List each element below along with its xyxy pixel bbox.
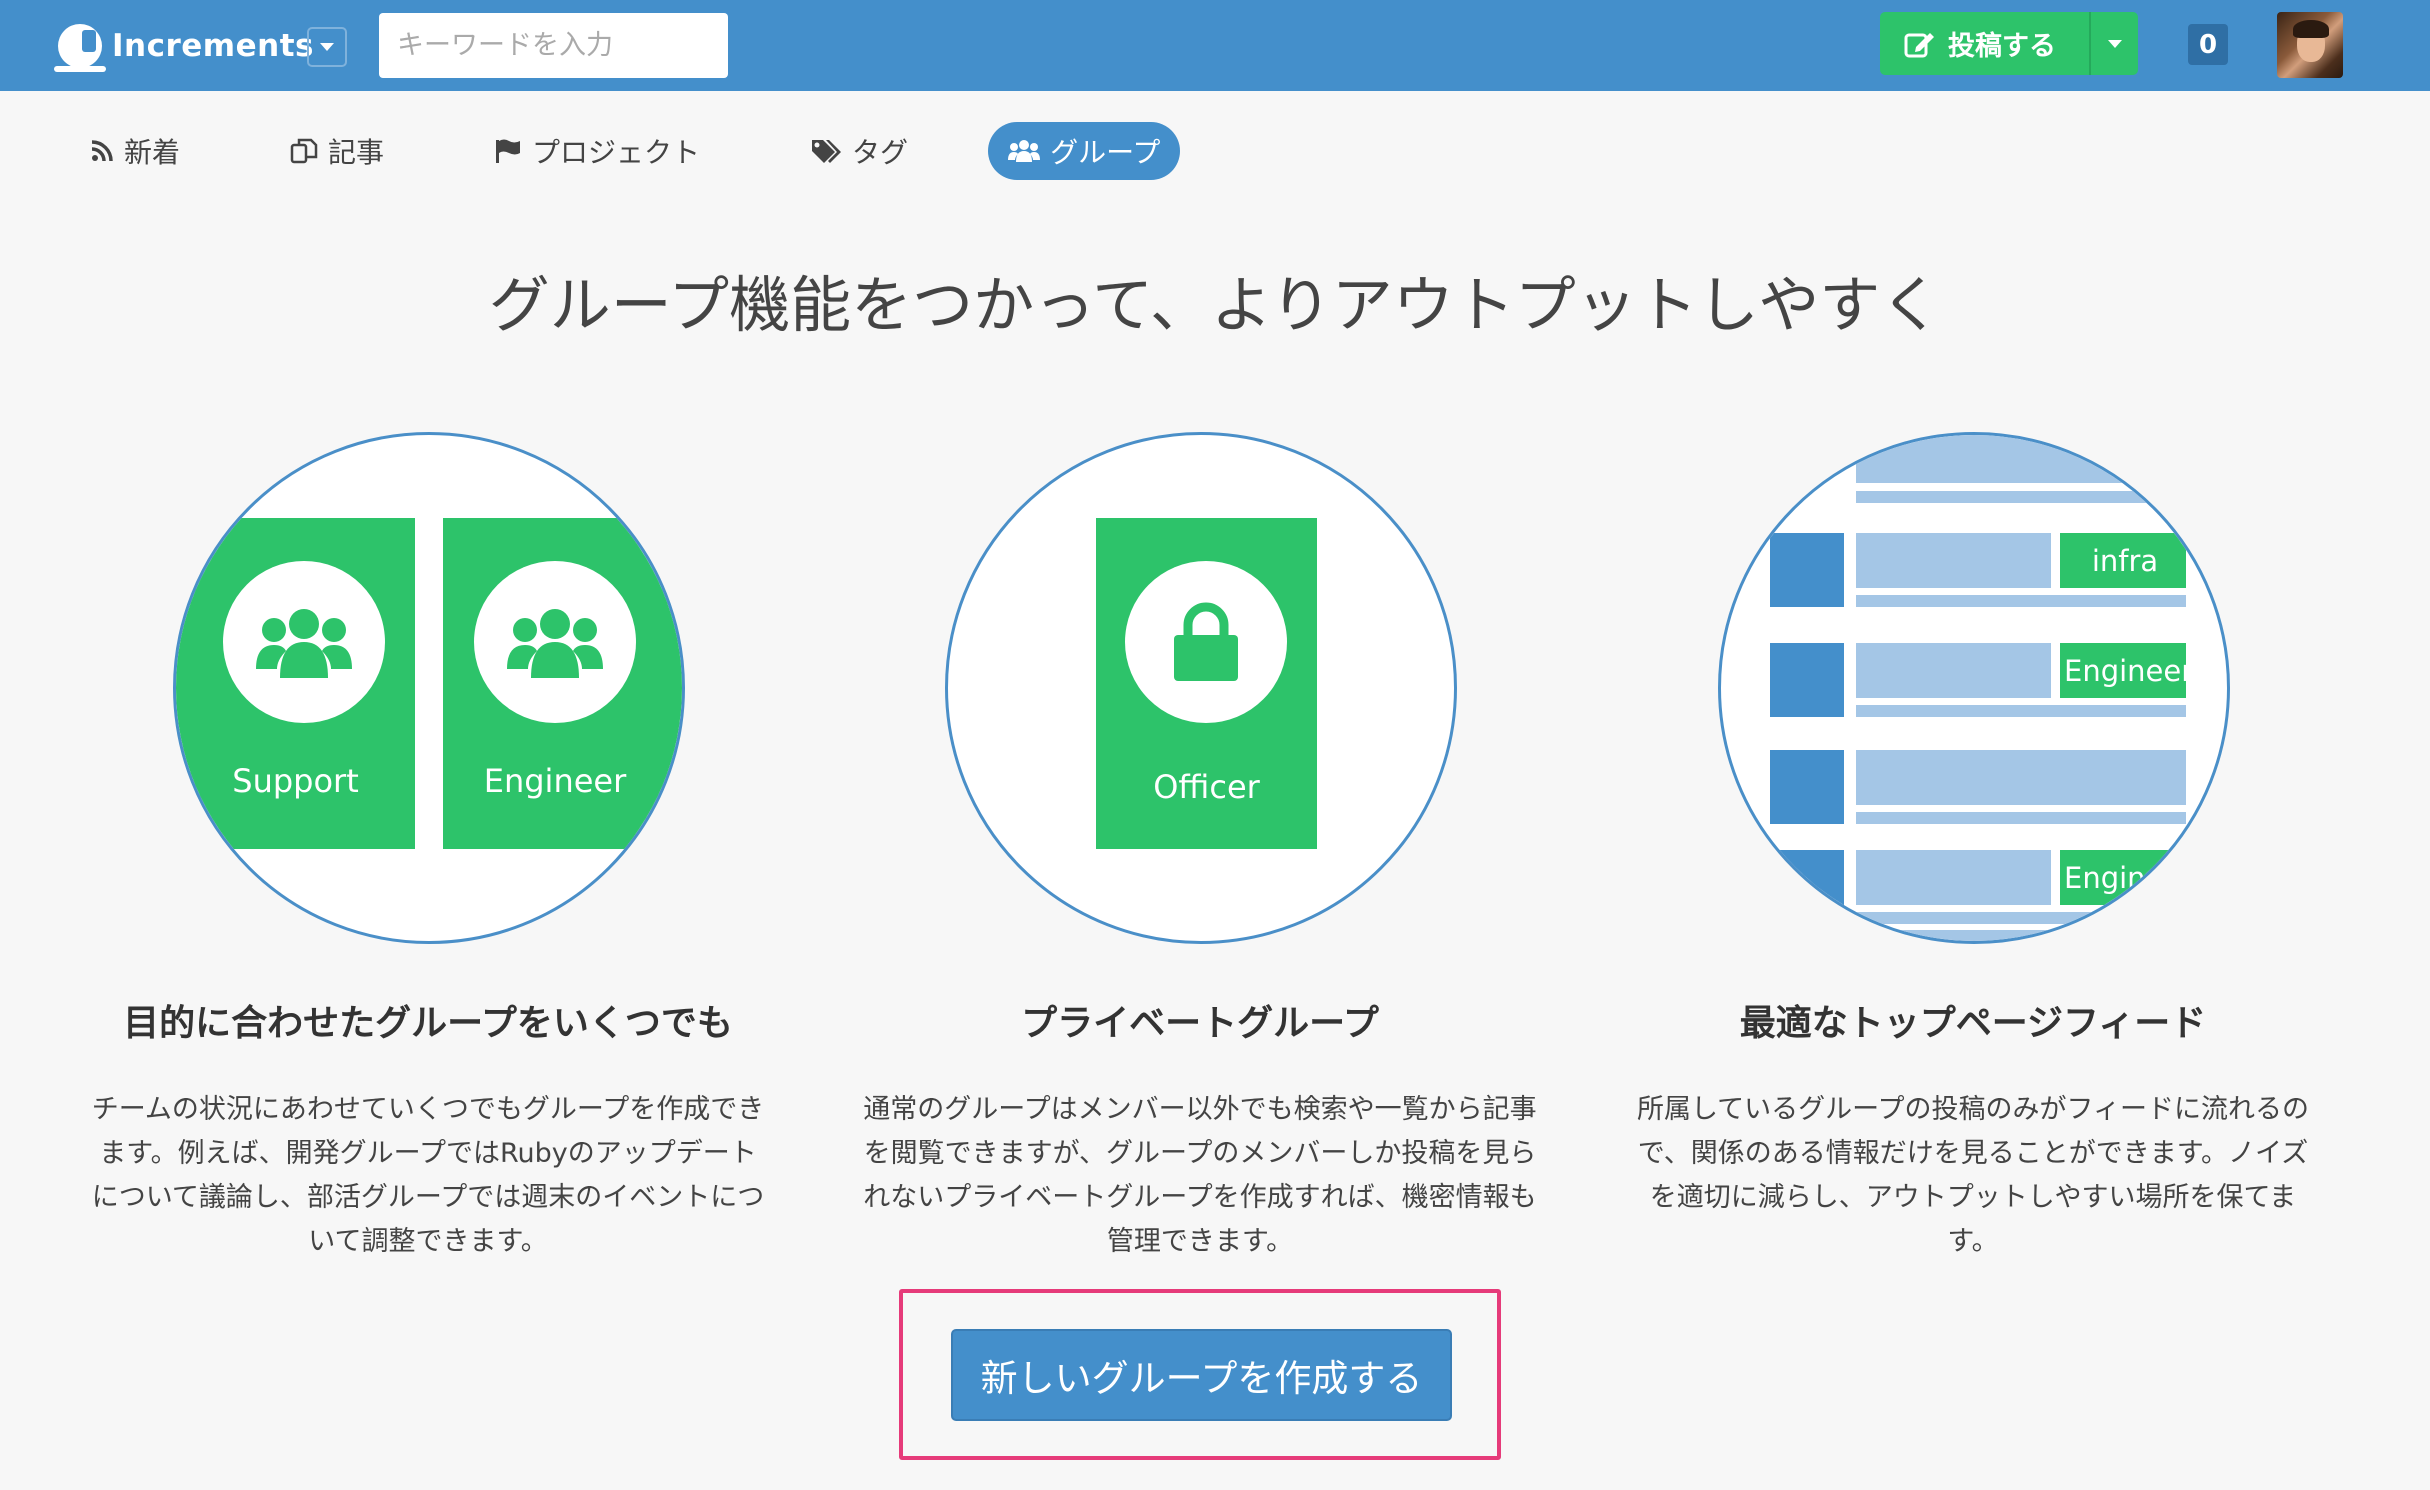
nav-item-label: タグ (852, 136, 909, 169)
feature-title: 目的に合わせたグループをいくつでも (123, 1003, 733, 1044)
post-button[interactable]: 投稿する (1880, 12, 2089, 75)
group-card-engineer: Engineer (443, 518, 682, 849)
nav-item-label: 記事 (328, 136, 385, 169)
feature-description: 所属しているグループの投稿のみがフィードに流れるので、関係のある情報だけを見るこ… (1636, 1094, 2310, 1257)
edit-icon (1904, 32, 1934, 57)
copy-icon (290, 138, 318, 164)
group-card-support: Support (176, 518, 415, 849)
flag-icon (496, 139, 521, 163)
group-icon (223, 561, 385, 723)
main-nav: 新着 記事 プロジェクト タグ グループ (70, 122, 1250, 180)
lock-icon (1125, 561, 1287, 723)
notification-badge[interactable]: 0 (2188, 24, 2228, 65)
post-dropdown-button[interactable] (2089, 12, 2138, 75)
feature-illustration-private: Officer (945, 432, 1457, 944)
group-icon (474, 561, 636, 723)
feature-title: プライベートグループ (1021, 1003, 1379, 1044)
user-avatar[interactable] (2277, 12, 2343, 78)
card-label: Engineer (483, 762, 627, 800)
post-button-label: 投稿する (1948, 31, 2056, 62)
nav-item-articles[interactable]: 記事 (270, 122, 404, 180)
caret-down-icon (2107, 39, 2122, 48)
feed-tag: Engineer (2060, 643, 2186, 698)
caret-down-icon (320, 43, 334, 51)
feed-tag: infra (2060, 533, 2186, 588)
group-card-officer: Officer (1096, 518, 1317, 849)
card-label: Support (232, 762, 359, 800)
feature-description: 通常のグループはメンバー以外でも検索や一覧から記事を閲覧できますが、グループのメ… (863, 1094, 1537, 1257)
top-header: Increments 投稿する 0 (0, 0, 2430, 91)
rss-icon (91, 140, 113, 162)
card-label: Officer (1153, 768, 1260, 806)
brand-name: Increments (112, 28, 314, 64)
group-icon (1008, 140, 1041, 162)
nav-item-label: 新着 (124, 136, 181, 169)
create-group-button[interactable]: 新しいグループを作成する (951, 1329, 1452, 1421)
brand-dropdown-button[interactable] (307, 27, 347, 67)
nav-item-label: プロジェクト (532, 136, 701, 169)
feature-illustration-feed: infra Engineer Engineer (1718, 432, 2230, 944)
page-headline: グループ機能をつかって、よりアウトプットしやすく (488, 270, 1942, 341)
feature-title: 最適なトップページフィード (1739, 1003, 2207, 1044)
nav-item-label: グループ (1050, 136, 1161, 169)
brand-logo[interactable]: Increments (54, 22, 314, 72)
nav-item-projects[interactable]: プロジェクト (474, 122, 720, 180)
feature-illustration-groups: Support Engineer (173, 432, 685, 944)
feed-tag: Engineer (2060, 850, 2186, 905)
search-input[interactable] (379, 13, 728, 78)
nav-item-groups[interactable]: グループ (988, 122, 1181, 180)
logo-icon (54, 24, 106, 72)
nav-item-tags[interactable]: タグ (790, 122, 928, 180)
nav-item-new[interactable]: 新着 (70, 122, 200, 180)
feature-description: チームの状況にあわせていくつでもグループを作成できます。例えば、開発グループでは… (91, 1094, 765, 1257)
tags-icon (812, 140, 842, 163)
